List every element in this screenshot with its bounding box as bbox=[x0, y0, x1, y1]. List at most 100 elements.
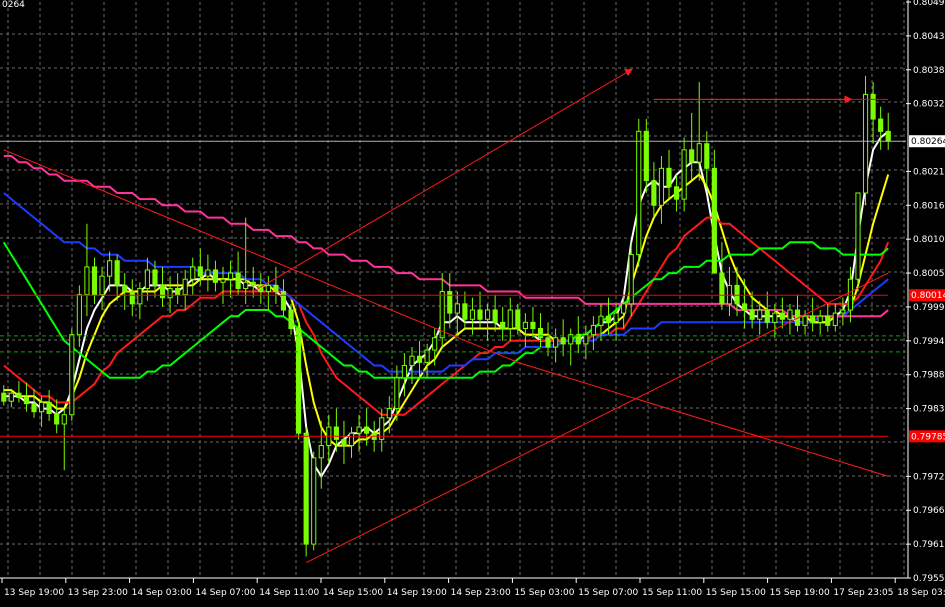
candle-body bbox=[197, 266, 203, 277]
price-tick-label: 0.79610 bbox=[913, 540, 945, 550]
candle-body bbox=[122, 284, 128, 293]
candle-body bbox=[719, 272, 725, 305]
price-tag-label: 0.79785 bbox=[911, 432, 945, 442]
candle-body bbox=[689, 149, 695, 163]
candle-body bbox=[341, 438, 347, 447]
candle-body bbox=[129, 291, 135, 305]
candle-body bbox=[38, 401, 45, 413]
price-tick-label: 0.79665 bbox=[913, 506, 945, 516]
candle-body bbox=[348, 432, 355, 447]
candle-body bbox=[666, 167, 672, 188]
candle-body bbox=[560, 337, 566, 345]
candle-body bbox=[250, 281, 256, 286]
candle-body bbox=[159, 284, 166, 299]
candle-body bbox=[734, 284, 740, 305]
candle-body bbox=[212, 269, 219, 283]
candle-body bbox=[757, 309, 763, 320]
candle-body bbox=[500, 321, 506, 330]
price-tag-label: 0.80264 bbox=[911, 137, 945, 147]
candle-body bbox=[265, 284, 271, 293]
candle-body bbox=[507, 309, 513, 330]
candle-body bbox=[772, 312, 778, 323]
price-tick-label: 0.79885 bbox=[913, 371, 945, 381]
candle-body bbox=[16, 392, 22, 398]
candle-body bbox=[515, 309, 521, 330]
candle-body bbox=[636, 130, 642, 256]
price-tick-label: 0.80490 bbox=[913, 0, 945, 8]
candle-body bbox=[432, 337, 438, 351]
time-tick-label: 17 Sep 23:05 bbox=[833, 588, 893, 598]
time-tick-label: 13 Sep 19:00 bbox=[4, 588, 64, 598]
price-chart[interactable]: 0.80490 0.80435 0.80380 0.80325 0.80215 0.801… bbox=[0, 0, 945, 607]
price-tick-label: 0.80215 bbox=[913, 167, 945, 177]
time-tick-label: 14 Sep 07:00 bbox=[195, 588, 255, 598]
candle-body bbox=[69, 334, 75, 416]
price-tick-label: 0.79830 bbox=[913, 405, 945, 415]
candle-body bbox=[356, 426, 362, 434]
candle-body bbox=[137, 287, 143, 305]
candle-body bbox=[484, 309, 491, 320]
candle-body bbox=[205, 269, 211, 277]
candle-body bbox=[825, 315, 831, 326]
candle-body bbox=[84, 266, 90, 296]
candle-body bbox=[749, 309, 755, 320]
time-tick-label: 15 Sep 19:00 bbox=[770, 588, 830, 598]
price-tick-label: 0.80050 bbox=[913, 269, 945, 279]
candle-body bbox=[401, 364, 408, 379]
time-tick-label: 15 Sep 11:00 bbox=[642, 588, 702, 598]
candle-body bbox=[742, 303, 748, 311]
candle-body bbox=[273, 284, 279, 293]
candle-body bbox=[726, 284, 733, 305]
symbol-price-label: 0264 bbox=[2, 0, 25, 10]
candle-body bbox=[469, 309, 476, 320]
candle-body bbox=[832, 312, 838, 326]
candle-body bbox=[1, 392, 7, 402]
time-tick-label: 18 Sep 03:00 bbox=[897, 588, 945, 598]
candle-body bbox=[779, 312, 785, 320]
candle-body bbox=[492, 309, 498, 323]
candle-body bbox=[862, 93, 869, 194]
candle-body bbox=[243, 281, 249, 289]
price-tick-label: 0.80435 bbox=[913, 32, 945, 42]
candle-body bbox=[787, 309, 793, 320]
candle-body bbox=[673, 186, 680, 200]
candle-body bbox=[220, 278, 226, 283]
candle-body bbox=[885, 130, 891, 142]
candle-body bbox=[152, 269, 158, 286]
candle-body bbox=[462, 303, 468, 320]
candle-body bbox=[303, 432, 309, 545]
candle-body bbox=[643, 130, 649, 182]
candle-body bbox=[840, 309, 846, 314]
time-tick-label: 13 Sep 23:00 bbox=[68, 588, 128, 598]
candle-body bbox=[409, 355, 415, 366]
candle-body bbox=[99, 275, 105, 296]
candle-body bbox=[190, 266, 196, 280]
candle-body bbox=[235, 272, 241, 289]
candle-body bbox=[386, 408, 392, 419]
candle-body bbox=[46, 401, 52, 415]
candle-body bbox=[621, 303, 627, 314]
time-tick-label: 14 Sep 03:00 bbox=[132, 588, 192, 598]
candle-body bbox=[613, 312, 619, 323]
candle-body bbox=[628, 254, 634, 305]
time-tick-label: 14 Sep 19:00 bbox=[387, 588, 447, 598]
candle-body bbox=[31, 403, 37, 413]
candle-body bbox=[545, 337, 551, 348]
candle-body bbox=[296, 328, 302, 434]
candle-body bbox=[333, 426, 339, 440]
candle-body bbox=[280, 291, 287, 311]
price-tick-label: 0.79995 bbox=[913, 303, 945, 313]
price-tick-label: 0.80380 bbox=[913, 66, 945, 76]
time-tick-label: 15 Sep 03:00 bbox=[514, 588, 574, 598]
candle-body bbox=[847, 278, 854, 311]
candle-body bbox=[288, 309, 294, 330]
candle-body bbox=[522, 321, 528, 330]
candle-body bbox=[107, 260, 113, 277]
candle-body bbox=[8, 392, 14, 402]
candle-body bbox=[590, 324, 596, 336]
candle-body bbox=[817, 315, 823, 323]
candle-body bbox=[810, 315, 816, 323]
time-tick-label: 14 Sep 11:00 bbox=[259, 588, 319, 598]
candle-body bbox=[711, 167, 717, 274]
price-tick-label: 0.80160 bbox=[913, 201, 945, 211]
